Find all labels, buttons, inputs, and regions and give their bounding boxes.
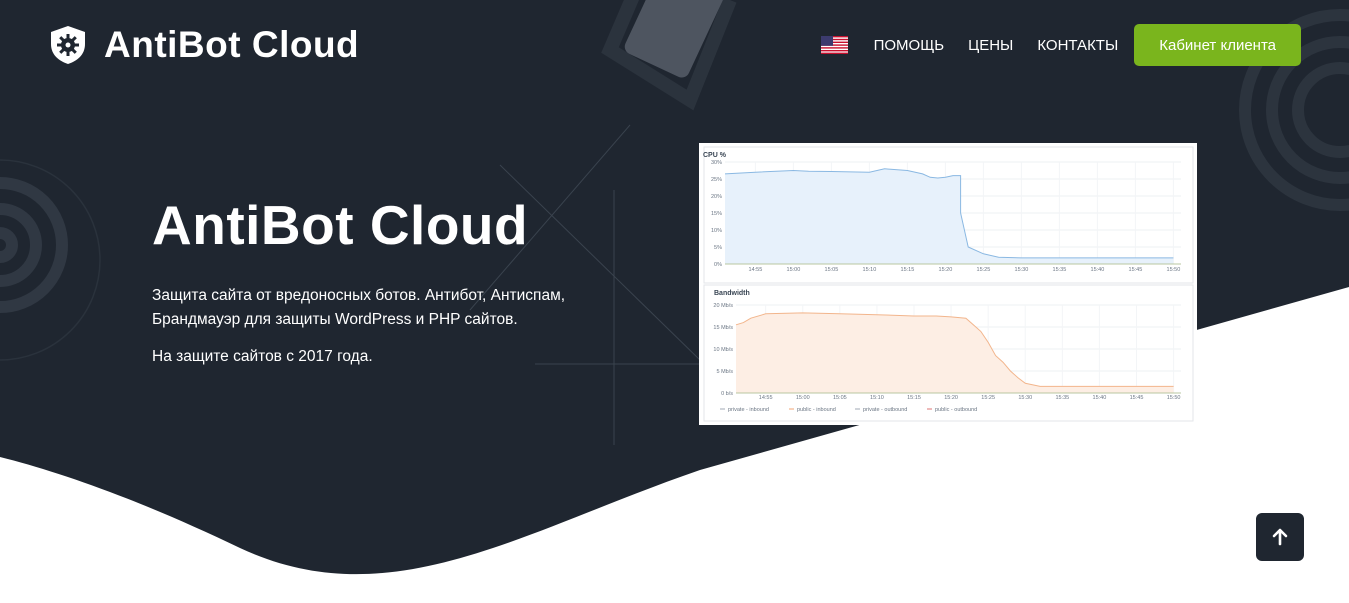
- x-tick-label: 15:40: [1091, 267, 1105, 273]
- y-tick-label: 0 b/s: [721, 391, 733, 397]
- y-tick-label: 25%: [711, 177, 722, 183]
- x-tick-label: 15:50: [1167, 267, 1181, 273]
- charts-canvas: CPU % 0% 5% 10% 15% 20% 25% 30% 14:55 15:00 15:05 1…: [703, 146, 1194, 422]
- y-tick-label: 30%: [711, 160, 722, 166]
- x-tick-label: 15:45: [1130, 395, 1144, 401]
- scroll-to-top-button[interactable]: [1256, 513, 1304, 561]
- y-tick-label: 5%: [714, 245, 722, 251]
- y-tick-label: 15 Mb/s: [713, 325, 733, 331]
- monitoring-charts: CPU % 0% 5% 10% 15% 20% 25% 30% 14:55 15:00 15:05 1…: [699, 143, 1197, 425]
- us-flag-icon[interactable]: [820, 36, 848, 54]
- x-tick-label: 15:05: [825, 267, 839, 273]
- x-tick-label: 15:45: [1129, 267, 1143, 273]
- nav-link-prices[interactable]: ЦЕНЫ: [968, 37, 1013, 54]
- shield-gear-icon: [51, 26, 85, 64]
- hero-title: AntiBot Cloud: [152, 194, 529, 256]
- x-tick-label: 15:25: [977, 267, 991, 273]
- x-tick-label: 15:00: [796, 395, 810, 401]
- y-tick-label: 20 Mb/s: [713, 303, 733, 309]
- x-tick-label: 15:00: [787, 267, 801, 273]
- x-tick-label: 15:25: [981, 395, 995, 401]
- y-tick-label: 10 Mb/s: [713, 347, 733, 353]
- legend-item: public - inbound: [797, 407, 836, 413]
- hero-description: Защита сайта от вредоносных ботов. Антиб…: [152, 287, 566, 328]
- y-tick-label: 10%: [711, 228, 722, 234]
- y-tick-label: 15%: [711, 211, 722, 217]
- legend-item: private - inbound: [728, 407, 769, 413]
- x-tick-label: 15:40: [1093, 395, 1107, 401]
- arrow-up-icon: [1272, 528, 1288, 546]
- nav-link-contacts[interactable]: КОНТАКТЫ: [1037, 37, 1118, 54]
- x-tick-label: 15:05: [833, 395, 847, 401]
- x-tick-label: 15:35: [1055, 395, 1069, 401]
- x-tick-label: 15:20: [944, 395, 958, 401]
- x-tick-label: 15:15: [907, 395, 921, 401]
- x-tick-label: 14:55: [749, 267, 763, 273]
- main-nav: ПОМОЩЬ ЦЕНЫ КОНТАКТЫ Кабинет клиента: [820, 24, 1301, 66]
- legend-item: private - outbound: [863, 407, 907, 413]
- y-tick-label: 5 Mb/s: [716, 369, 733, 375]
- x-tick-label: 15:20: [939, 267, 953, 273]
- chart-title: Bandwidth: [714, 290, 750, 297]
- x-tick-label: 15:10: [863, 267, 877, 273]
- chart-title: CPU %: [703, 152, 727, 159]
- client-cabinet-button[interactable]: Кабинет клиента: [1134, 24, 1301, 66]
- brand-name: AntiBot Cloud: [104, 24, 360, 65]
- x-tick-label: 15:10: [870, 395, 884, 401]
- nav-link-help[interactable]: ПОМОЩЬ: [874, 37, 945, 54]
- y-tick-label: 20%: [711, 194, 722, 200]
- x-tick-label: 15:15: [901, 267, 915, 273]
- x-tick-label: 14:55: [759, 395, 773, 401]
- legend-item: public - outbound: [935, 407, 977, 413]
- x-tick-label: 15:50: [1167, 395, 1181, 401]
- x-tick-label: 15:30: [1018, 395, 1032, 401]
- x-tick-label: 15:30: [1015, 267, 1029, 273]
- hero-since: На защите сайтов с 2017 года.: [152, 348, 373, 365]
- y-tick-label: 0%: [714, 262, 722, 268]
- brand-logo[interactable]: AntiBot Cloud: [48, 24, 359, 66]
- x-tick-label: 15:35: [1053, 267, 1067, 273]
